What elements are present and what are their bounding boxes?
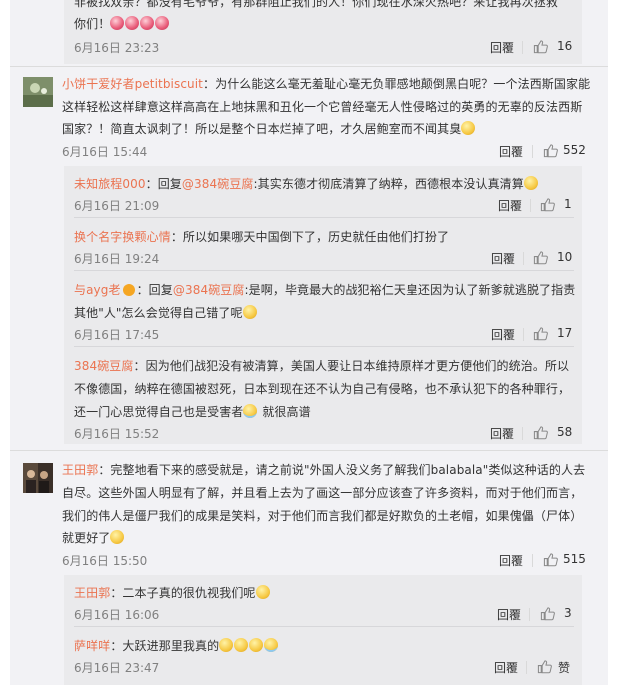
smile-emoji-icon [249,638,264,652]
comment-text-line2: 自尽。这些外国人明显有了解，并且看上去为了画这一部分应该查了许多资料，而对于他们… [62,486,583,500]
thumbs-up-icon[interactable] [533,326,548,341]
reply-text-line1: 与ayg老 ：回复@384碗豆腐:是啊，毕竟最大的战犯裕仁天皇还因为认了新爹就逃脱… [74,283,576,297]
timestamp: 6月16日 15:52 [74,427,160,441]
smile-emoji-icon [219,638,234,652]
username-link[interactable]: 384碗豆腐 [74,359,134,373]
reply-text: 王田郭：二本子真的很仇视我们呢 [74,584,271,601]
smile-emoji-icon [461,121,476,135]
divider [526,661,527,674]
reply-text-line2: 其他"人"怎么会觉得自己错了呢 [74,304,258,321]
timestamp: 6月16日 16:06 [74,608,160,622]
smile-emoji-icon [523,176,538,190]
username-link[interactable]: 与ayg老 [74,283,121,297]
crying-emoji-icon [243,404,258,418]
divider [523,328,524,341]
comment-divider [10,450,608,451]
reply-button[interactable]: 回覆 [490,425,514,442]
reply-button[interactable]: 回覆 [491,326,515,343]
like-count: 16 [557,39,573,53]
timestamp: 6月16日 15:50 [62,554,148,568]
like-count: 515 [563,552,586,566]
username-link[interactable]: 换个名字换颗心情 [74,230,171,244]
comment-text-line1: 王田郭：完整地看下来的感受就是，请之前说"外国人没义务了解我们balabala"… [62,463,586,477]
page-margin [608,0,639,685]
reply-text-line1: 384碗豆腐：因为他们战犯没有被清算，美国人要让日本维持原样才更方便他们的统治。… [74,359,570,373]
like-count: 17 [557,326,573,340]
username-link[interactable]: 王田郭 [62,463,98,477]
smile-emoji-icon [255,585,270,599]
reply-text: 萨咩咩：大跃进那里我真的 [74,637,279,654]
reply-button[interactable]: 回覆 [494,659,518,676]
thumbs-up-icon[interactable] [533,39,548,54]
thumbs-up-icon[interactable] [533,250,548,265]
divider [522,427,523,440]
reply-button[interactable]: 回覆 [498,197,522,214]
reply-button[interactable]: 回覆 [499,552,523,569]
mention-link[interactable]: @384碗豆腐 [182,177,254,191]
reply-text-line2: 不像德国，纳粹在德国被怼死，日本到现在还不认为自己有侵略，也不承认犯下的各种罪行… [74,382,571,396]
crying-emoji-icon [264,638,279,652]
reply-text-line1: 非被找双亲？都没有毛爷爷，有那群阻止我们的人！你们现在水深火热吧？来让我再次拯救 [74,0,559,9]
reply-divider [74,346,574,347]
like-count: 1 [564,197,572,211]
like-count: 3 [564,606,572,620]
timestamp: 6月16日 19:24 [74,252,160,266]
divider [523,252,524,265]
reply-button[interactable]: 回覆 [497,606,521,623]
thumbs-up-icon[interactable] [540,197,555,212]
thumbs-up-icon[interactable] [540,606,555,621]
reply-text: 未知旅程000：回复@384碗豆腐:其实东德才彻底清算了纳粹，西德根本没认真清算 [74,175,539,192]
smile-emoji-icon [110,530,125,544]
thumbs-up-icon[interactable] [543,143,558,158]
reply-button[interactable]: 回覆 [490,39,514,56]
dizzy-emoji-icon [155,16,170,30]
comment-text-line3: 我们的伟人是僵尸我们的成果是笑料，对于他们而言我们都是好欺负的土老帽，如果傀儡（… [62,509,583,523]
avatar[interactable] [23,463,53,493]
divider [529,608,530,621]
divider [530,199,531,212]
comment-text-line4: 就更好了 [62,529,125,546]
timestamp: 6月16日 23:23 [74,41,160,55]
like-count: 552 [563,143,586,157]
reply-button[interactable]: 回覆 [491,250,515,267]
comment-divider [10,66,608,67]
username-link[interactable]: 未知旅程000 [74,177,146,191]
comment-text-line2: 这样轻松这样肆意这样高高在上地抹黑和丑化一个它曾经毫无人性侵略过的英勇的无辜的反… [62,100,583,114]
avatar[interactable] [23,77,53,107]
divider [532,145,533,158]
comment-text-line1: 小饼干爱好者petitbiscuit：为什么能这么毫无羞耻心毫无负罪感地颠倒黑白… [62,77,591,91]
thumbs-up-icon[interactable] [533,425,548,440]
reply-button[interactable]: 回覆 [499,143,523,160]
username-link[interactable]: 小饼干爱好者petitbiscuit [62,77,203,91]
reply-divider [74,626,574,627]
username-link[interactable]: 王田郭 [74,586,110,600]
divider [532,554,533,567]
dizzy-emoji-icon [125,16,140,30]
reply-divider [74,217,574,218]
like-count: 58 [557,425,573,439]
timestamp: 6月16日 15:44 [62,145,148,159]
thumbs-up-icon[interactable] [537,659,552,674]
username-link[interactable]: 萨咩咩 [74,639,110,653]
reply-text: 换个名字换颗心情：所以如果哪天中国倒下了，历史就任由他们打扮了 [74,230,450,244]
dizzy-emoji-icon [110,16,125,30]
reply-text-line3: 还一门心思觉得自己也是受害者 就很高谱 [74,404,311,419]
like-label[interactable]: 赞 [558,659,570,676]
smile-emoji-icon [242,305,257,319]
divider [522,41,523,54]
member-badge-icon [122,284,135,296]
dizzy-emoji-icon [140,16,155,30]
smile-emoji-icon [234,638,249,652]
reply-text-line2: 你们！ [74,15,170,32]
timestamp: 6月16日 17:45 [74,328,160,342]
thumbs-up-icon[interactable] [543,552,558,567]
timestamp: 6月16日 23:47 [74,661,160,675]
mention-link[interactable]: @384碗豆腐 [173,283,245,297]
comment-text-line3: 国家？！简直太讽刺了！所以是整个日本烂掉了吧，才久居鲍室而不闻其臭 [62,120,476,137]
like-count: 10 [557,250,573,264]
reply-divider [74,270,574,271]
timestamp: 6月16日 21:09 [74,199,160,213]
